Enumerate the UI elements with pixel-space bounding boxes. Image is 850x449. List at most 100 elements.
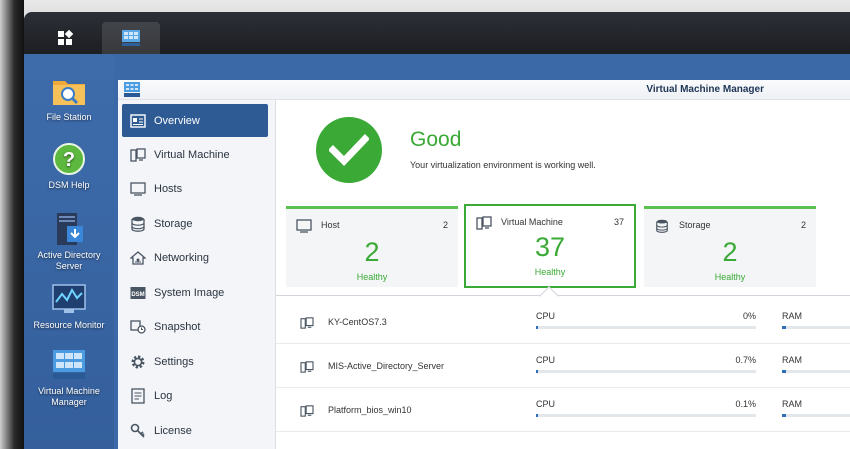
gear-icon <box>130 354 146 370</box>
vmm-icon <box>122 30 140 46</box>
cpu-label: CPU <box>536 399 556 409</box>
ram-label: RAM <box>782 311 802 321</box>
cpu-bar-fill <box>536 370 538 373</box>
vm-row[interactable]: KY-CentOS7.3 CPU 0% RAM <box>276 302 850 344</box>
virtual-machine-icon <box>130 147 146 163</box>
card-count: 2 <box>442 220 448 230</box>
snapshot-icon <box>130 319 146 335</box>
card-big-number: 2 <box>722 237 738 267</box>
main-menu-button[interactable] <box>36 22 94 54</box>
card-status: Healthy <box>356 272 388 282</box>
card-count: 2 <box>800 220 806 230</box>
folder-search-icon <box>53 81 85 105</box>
networking-icon <box>130 250 146 266</box>
sidebar-item-label: Networking <box>154 251 210 264</box>
cpu-bar-fill <box>536 326 538 329</box>
window-title: Virtual Machine Manager <box>646 84 764 95</box>
active-directory-icon <box>57 213 83 245</box>
cpu-bar <box>536 370 756 373</box>
virtual-machine-icon <box>300 361 314 373</box>
desktop-icon-label: Active Directory Server <box>37 250 101 271</box>
overview-panel: Good Your virtualization environment is … <box>276 100 850 449</box>
vm-row[interactable]: MIS-Active_Directory_Server CPU 0.7% RAM <box>276 346 850 388</box>
host-icon <box>130 181 146 197</box>
desktop-icon-resource-monitor[interactable]: Resource Monitor <box>24 282 114 331</box>
status-title: Good <box>410 128 462 151</box>
sidebar-item-label: Log <box>154 389 173 402</box>
sidebar-item-label: Settings <box>154 355 194 368</box>
laptop-bezel-left <box>0 0 24 449</box>
ram-bar-fill <box>782 326 786 329</box>
card-big-number: 37 <box>534 232 566 262</box>
cpu-label: CPU <box>536 311 556 321</box>
sidebar-item-snapshot[interactable]: Snapshot <box>122 310 268 343</box>
ram-bar <box>782 326 850 329</box>
status-message: Your virtualization environment is worki… <box>410 160 596 170</box>
ram-label: RAM <box>782 355 802 365</box>
sidebar-item-system-image[interactable]: DSM System Image <box>122 276 268 309</box>
desktop-icon-label: DSM Help <box>48 180 90 190</box>
sidebar-item-license[interactable]: License <box>122 414 268 447</box>
vmm-icon <box>53 350 85 379</box>
sidebar-item-label: System Image <box>154 286 225 299</box>
card-status: Healthy <box>534 267 566 277</box>
dsm-screen: File Station ? DSM Help Active Directory… <box>24 12 850 449</box>
sidebar-item-overview[interactable]: Overview <box>122 104 268 137</box>
sidebar-item-label: Virtual Machine <box>154 148 230 161</box>
cpu-value: 0.1% <box>735 399 756 409</box>
sidebar-item-settings[interactable]: Settings <box>122 345 268 378</box>
vmm-icon <box>124 82 140 97</box>
card-title: Storage <box>679 220 711 230</box>
sidebar-item-label: License <box>154 424 192 437</box>
taskbar-vmm-button[interactable] <box>102 22 160 54</box>
host-card[interactable]: Host 2 2 Healthy <box>286 206 458 287</box>
desktop-icon-dsm-help[interactable]: ? DSM Help <box>24 142 114 191</box>
virtual-machine-icon <box>300 317 314 329</box>
vm-name: MIS-Active_Directory_Server <box>328 361 445 371</box>
ram-bar <box>782 370 850 373</box>
sidebar-item-label: Storage <box>154 217 193 230</box>
desktop-icon-label: Resource Monitor <box>33 320 105 330</box>
sidebar-item-networking[interactable]: Networking <box>122 241 268 274</box>
sidebar-item-label: Hosts <box>154 182 183 195</box>
storage-icon <box>130 216 146 232</box>
sidebar-item-hosts[interactable]: Hosts <box>122 172 268 205</box>
sidebar: Overview Virtual Machine Hosts Storage N… <box>118 100 276 449</box>
status-check-icon <box>316 117 382 183</box>
window-title-bar[interactable]: Virtual Machine Manager <box>118 80 850 100</box>
ram-label: RAM <box>782 399 802 409</box>
desktop-icon-label: File Station <box>46 112 92 122</box>
virtual-machine-card[interactable]: Virtual Machine 37 37 Healthy <box>464 204 636 288</box>
sidebar-item-label: Snapshot <box>154 320 201 333</box>
virtual-machine-icon <box>300 405 314 417</box>
dsm-taskbar <box>24 12 850 54</box>
ram-bar-fill <box>782 370 786 373</box>
list-divider <box>276 295 850 296</box>
storage-card[interactable]: Storage 2 2 Healthy <box>644 206 816 287</box>
sidebar-item-virtual-machine[interactable]: Virtual Machine <box>122 138 268 171</box>
cpu-bar <box>536 326 756 329</box>
cpu-bar-fill <box>536 414 538 417</box>
card-big-number: 2 <box>364 237 380 267</box>
svg-text:?: ? <box>63 149 75 171</box>
sidebar-item-log[interactable]: Log <box>122 379 268 412</box>
card-title: Virtual Machine <box>501 217 563 227</box>
cpu-value: 0% <box>742 311 756 321</box>
key-icon <box>130 423 146 439</box>
vm-row[interactable]: Platform_bios_win10 CPU 0.1% RAM <box>276 390 850 432</box>
desktop-icon-active-directory[interactable]: Active Directory Server <box>24 212 114 272</box>
card-status: Healthy <box>714 272 746 282</box>
card-count: 37 <box>613 217 624 227</box>
cpu-bar <box>536 414 756 417</box>
sidebar-item-storage[interactable]: Storage <box>122 207 268 240</box>
desktop-icon-vmm[interactable]: Virtual Machine Manager <box>24 348 114 408</box>
cpu-label: CPU <box>536 355 556 365</box>
ram-bar <box>782 414 850 417</box>
host-icon <box>296 219 312 233</box>
overview-icon <box>130 113 146 129</box>
storage-icon <box>656 219 668 233</box>
card-title: Host <box>321 220 340 230</box>
desktop-icon-file-station[interactable]: File Station <box>24 74 114 123</box>
virtual-machine-icon <box>476 216 492 230</box>
vm-name: KY-CentOS7.3 <box>328 317 387 327</box>
